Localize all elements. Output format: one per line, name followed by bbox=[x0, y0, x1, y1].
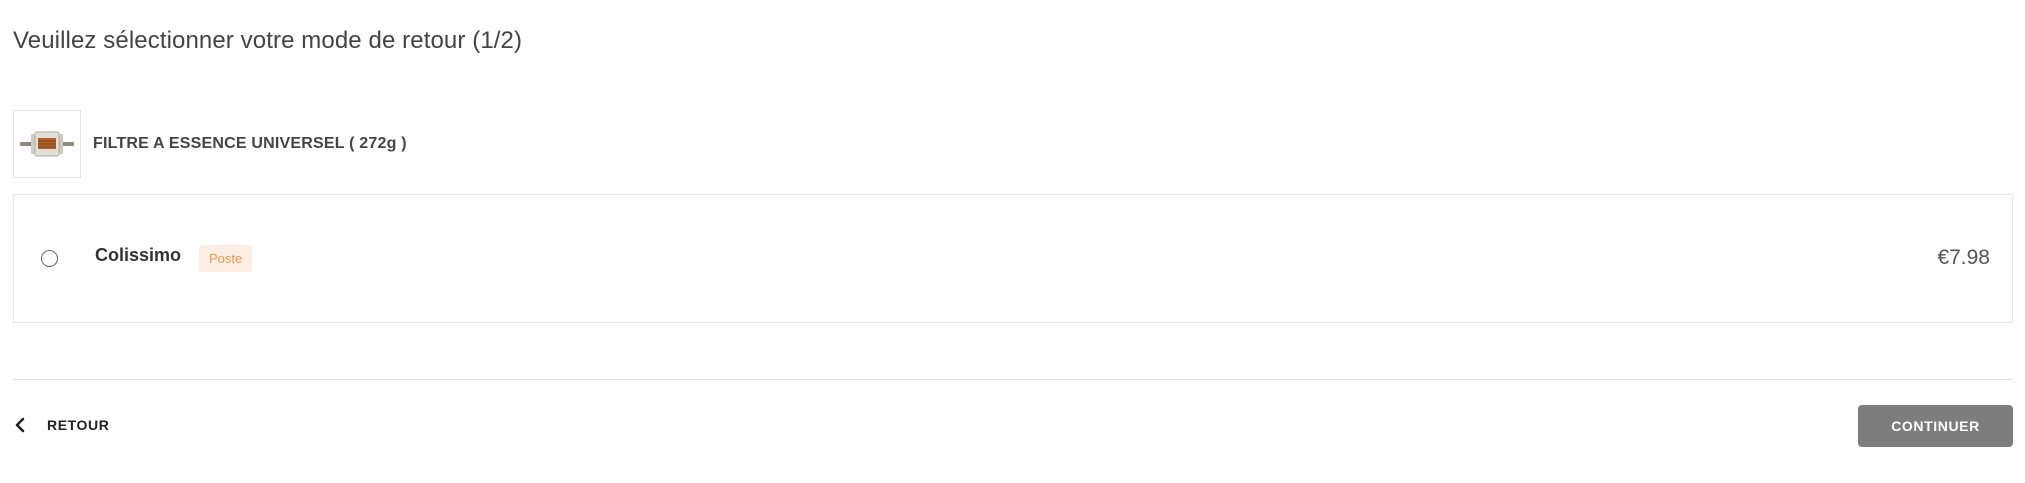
shipping-option-colissimo[interactable]: Colissimo Poste €7.98 bbox=[13, 194, 2013, 323]
continue-button[interactable]: CONTINUER bbox=[1858, 405, 2013, 447]
product-thumbnail bbox=[13, 110, 81, 178]
fuel-filter-icon bbox=[20, 131, 74, 157]
shipping-option-radio[interactable] bbox=[41, 250, 58, 267]
shipping-price: €7.98 bbox=[1937, 246, 1990, 269]
divider bbox=[13, 379, 2013, 380]
back-label: RETOUR bbox=[47, 417, 110, 433]
chevron-left-icon bbox=[13, 410, 33, 440]
carrier-name: Colissimo bbox=[95, 245, 182, 265]
carrier-badge: Poste bbox=[199, 245, 253, 272]
back-button[interactable]: RETOUR bbox=[13, 410, 109, 440]
product-name: FILTRE A ESSENCE UNIVERSEL ( 272g ) bbox=[93, 135, 407, 152]
page-title: Veuillez sélectionner votre mode de reto… bbox=[13, 27, 523, 54]
product-row: FILTRE A ESSENCE UNIVERSEL ( 272g ) bbox=[13, 110, 407, 178]
